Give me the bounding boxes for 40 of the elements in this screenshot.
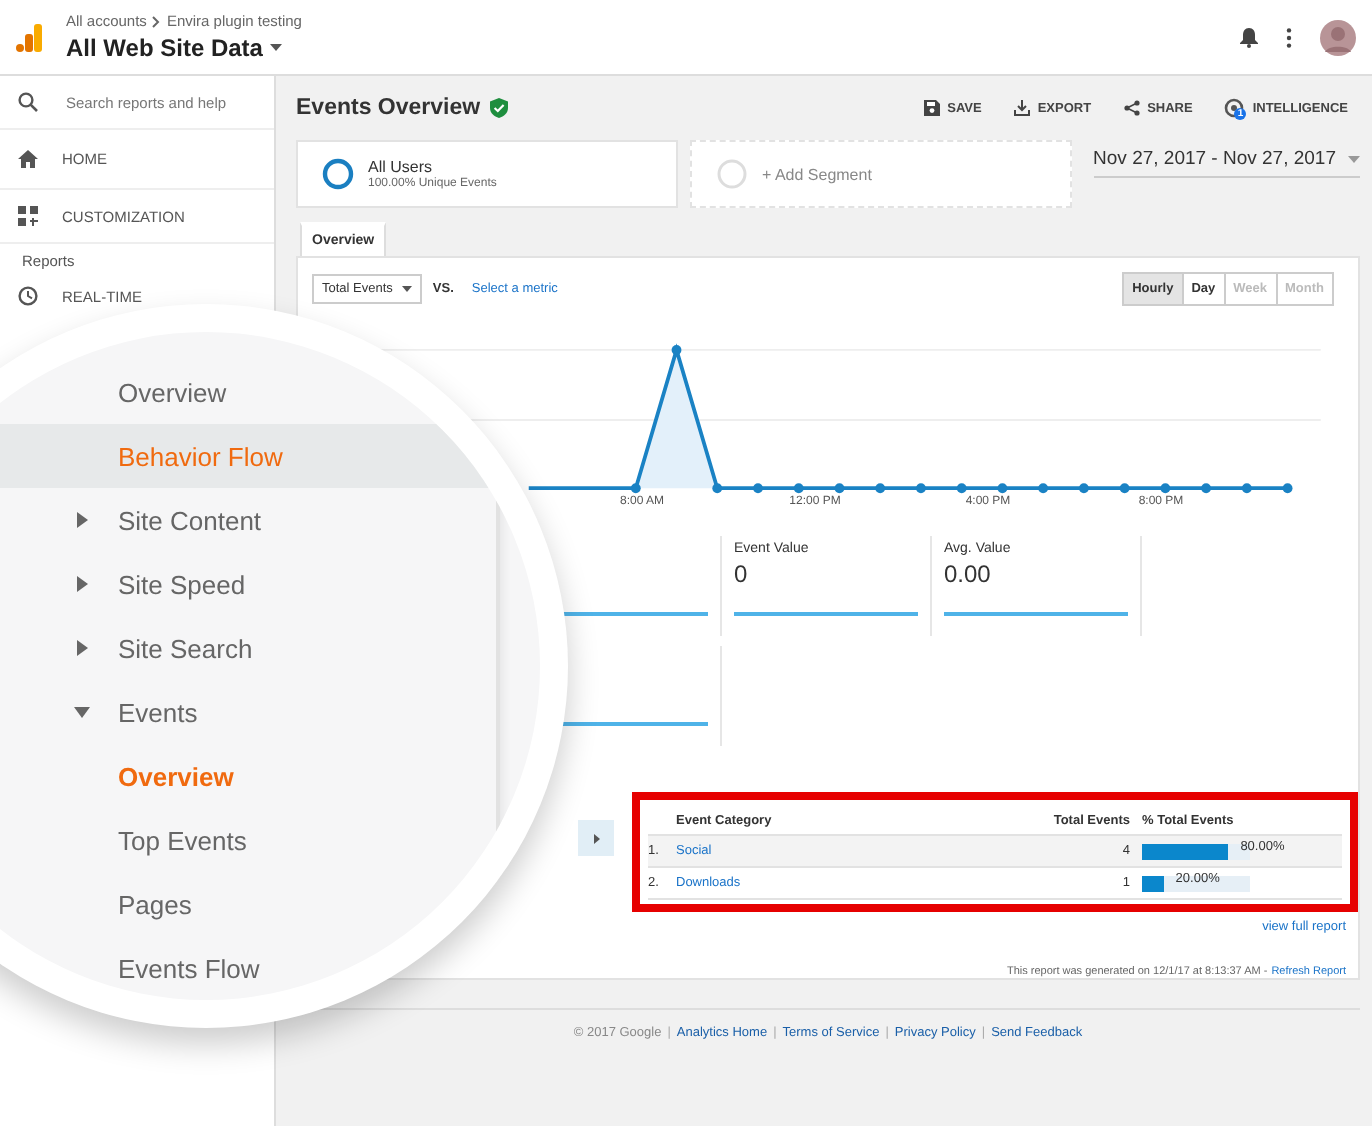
caret-icon bbox=[402, 286, 413, 292]
segment-ring-icon bbox=[716, 158, 748, 190]
avatar[interactable] bbox=[1320, 19, 1356, 55]
caret-icon bbox=[270, 44, 283, 52]
caret-icon[interactable] bbox=[74, 704, 90, 720]
add-segment-card[interactable]: + Add Segment bbox=[690, 140, 1072, 208]
dashboard-icon bbox=[18, 206, 38, 226]
save-icon bbox=[923, 100, 940, 116]
add-segment-label: + Add Segment bbox=[762, 165, 872, 183]
clock-icon bbox=[18, 286, 38, 306]
caret-icon bbox=[1348, 155, 1360, 163]
more-icon[interactable] bbox=[1286, 27, 1292, 47]
nav-link[interactable]: Overview bbox=[118, 377, 227, 407]
download-icon bbox=[1013, 100, 1030, 116]
nav-link[interactable]: Events Flow bbox=[118, 953, 260, 983]
caret-icon bbox=[593, 833, 599, 843]
caret-icon[interactable] bbox=[74, 640, 90, 656]
metric-value: 0 bbox=[734, 560, 750, 588]
home-icon bbox=[18, 150, 38, 168]
chevron-icon bbox=[152, 15, 161, 27]
insights-icon bbox=[1224, 98, 1245, 118]
segment-name: All Users bbox=[368, 158, 435, 176]
share-icon bbox=[1123, 100, 1140, 116]
segment-ring-icon bbox=[322, 158, 354, 190]
property-selector[interactable]: All Web Site Data bbox=[66, 34, 302, 62]
caret-icon[interactable] bbox=[74, 512, 90, 528]
nav-link[interactable]: Events bbox=[118, 697, 198, 727]
expand-tab[interactable] bbox=[578, 820, 614, 856]
metric-value: 0.00 bbox=[944, 560, 993, 588]
nav-link[interactable]: Pages bbox=[118, 889, 192, 919]
bell-icon[interactable] bbox=[1240, 27, 1258, 47]
nav-link[interactable]: Site Content bbox=[118, 505, 262, 535]
date-range-picker[interactable]: Nov 27, 2017 - Nov 27, 2017 bbox=[1093, 144, 1360, 178]
nav-link[interactable]: Site Speed bbox=[118, 569, 246, 599]
nav-link[interactable]: Site Search bbox=[118, 633, 253, 663]
search-icon bbox=[18, 92, 38, 112]
caret-icon[interactable] bbox=[74, 576, 90, 592]
logo-icon bbox=[16, 23, 42, 51]
nav-link[interactable]: Top Events bbox=[118, 825, 247, 855]
page-title: Events Overview bbox=[296, 96, 481, 120]
